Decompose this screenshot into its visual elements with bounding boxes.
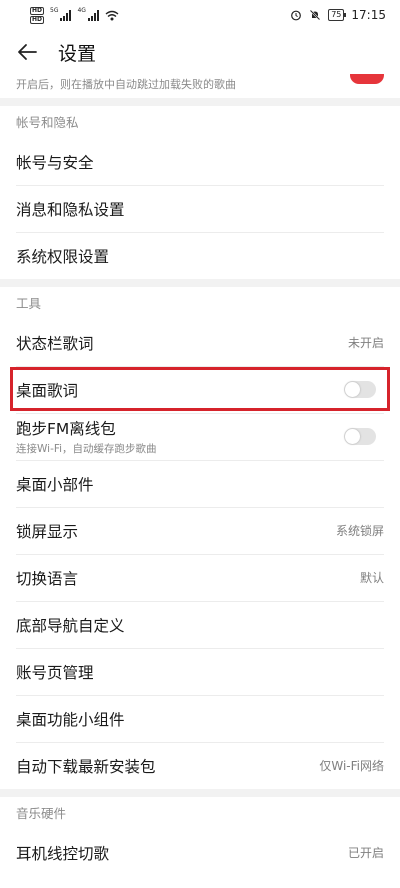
signal-tag-1: 5G (50, 6, 59, 14)
row-value: 系统锁屏 (335, 524, 384, 538)
back-arrow-icon[interactable] (16, 41, 38, 63)
toggle-knob (345, 429, 360, 444)
alarm-icon (291, 10, 302, 21)
top-bar: 设置 (0, 30, 400, 74)
row-texts: 跑步FM离线包 连接Wi-Fi，自动缓存跑步歌曲 (16, 417, 157, 456)
row-label: 耳机线控切歌 (16, 844, 110, 863)
row-label: 底部导航自定义 (16, 616, 125, 635)
section-divider (0, 279, 400, 287)
section-title-tools: 工具 (16, 296, 42, 311)
section-divider (0, 789, 400, 797)
desktop-widget-row[interactable]: 桌面小部件 (0, 460, 400, 507)
row-subtitle: 连接Wi-Fi，自动缓存跑步歌曲 (16, 443, 157, 455)
hd-icon: HD HD (30, 6, 45, 24)
row-label: 消息和隐私设置 (16, 200, 125, 219)
row-value: 默认 (359, 571, 384, 585)
row-label: 系统权限设置 (16, 247, 110, 266)
row-value: 未开启 (347, 336, 384, 350)
message-privacy-row[interactable]: 消息和隐私设置 (0, 185, 400, 232)
status-right: 75 17:15 (290, 8, 386, 22)
status-bar: HD HD 5G 4G 75 17:15 (0, 0, 400, 30)
row-label: 跑步FM离线包 (16, 420, 116, 438)
mute-icon (310, 9, 321, 21)
row-label: 切换语言 (16, 569, 79, 588)
account-page-row[interactable]: 账号页管理 (0, 648, 400, 695)
language-row[interactable]: 切换语言 默认 (0, 554, 400, 601)
battery-icon: 75 (328, 9, 347, 21)
lockscreen-row[interactable]: 锁屏显示 系统锁屏 (0, 507, 400, 554)
row-label: 桌面功能小组件 (16, 710, 125, 729)
row-label: 自动下载最新安装包 (16, 757, 156, 776)
row-label: 状态栏歌词 (16, 334, 94, 353)
status-left: HD HD 5G 4G (30, 6, 119, 24)
desktop-lyrics-toggle[interactable] (344, 381, 376, 398)
section-title-account: 帐号和隐私 (16, 115, 79, 130)
wifi-icon (105, 10, 119, 20)
headset-control-row[interactable]: 耳机线控切歌 已开启 (0, 829, 400, 876)
toggle-knob (345, 382, 360, 397)
auto-download-row[interactable]: 自动下载最新安装包 仅Wi-Fi网络 (0, 742, 400, 789)
system-permission-row[interactable]: 系统权限设置 (0, 232, 400, 279)
row-label: 桌面小部件 (16, 475, 94, 494)
running-fm-toggle[interactable] (344, 428, 376, 445)
page-title: 设置 (58, 42, 97, 65)
row-label: 锁屏显示 (16, 522, 79, 541)
desktop-lyrics-row[interactable]: 桌面歌词 (0, 366, 400, 413)
row-label: 账号页管理 (16, 663, 94, 682)
signal-tag-2: 4G (77, 6, 86, 14)
section-divider (0, 98, 400, 106)
statusbar-lyrics-row[interactable]: 状态栏歌词 未开启 (0, 319, 400, 366)
skip-failed-songs-subtitle: 开启后，则在播放中自动跳过加载失败的歌曲 (16, 78, 236, 91)
account-security-row[interactable]: 帐号与安全 (0, 138, 400, 185)
row-value: 已开启 (347, 846, 384, 860)
status-time: 17:15 (351, 8, 386, 22)
desktop-function-widget-row[interactable]: 桌面功能小组件 (0, 695, 400, 742)
row-value: 仅Wi-Fi网络 (319, 759, 384, 773)
bottom-nav-row[interactable]: 底部导航自定义 (0, 601, 400, 648)
section-title-hardware: 音乐硬件 (16, 806, 67, 821)
row-label: 桌面歌词 (16, 381, 79, 400)
skip-failed-songs-toggle[interactable] (350, 74, 384, 84)
running-fm-row[interactable]: 跑步FM离线包 连接Wi-Fi，自动缓存跑步歌曲 (0, 413, 400, 460)
skip-failed-songs-row[interactable]: 开启后，则在播放中自动跳过加载失败的歌曲 (0, 74, 400, 98)
row-label: 帐号与安全 (16, 153, 94, 172)
signal-icon-2 (87, 9, 99, 21)
signal-icon (60, 9, 72, 21)
